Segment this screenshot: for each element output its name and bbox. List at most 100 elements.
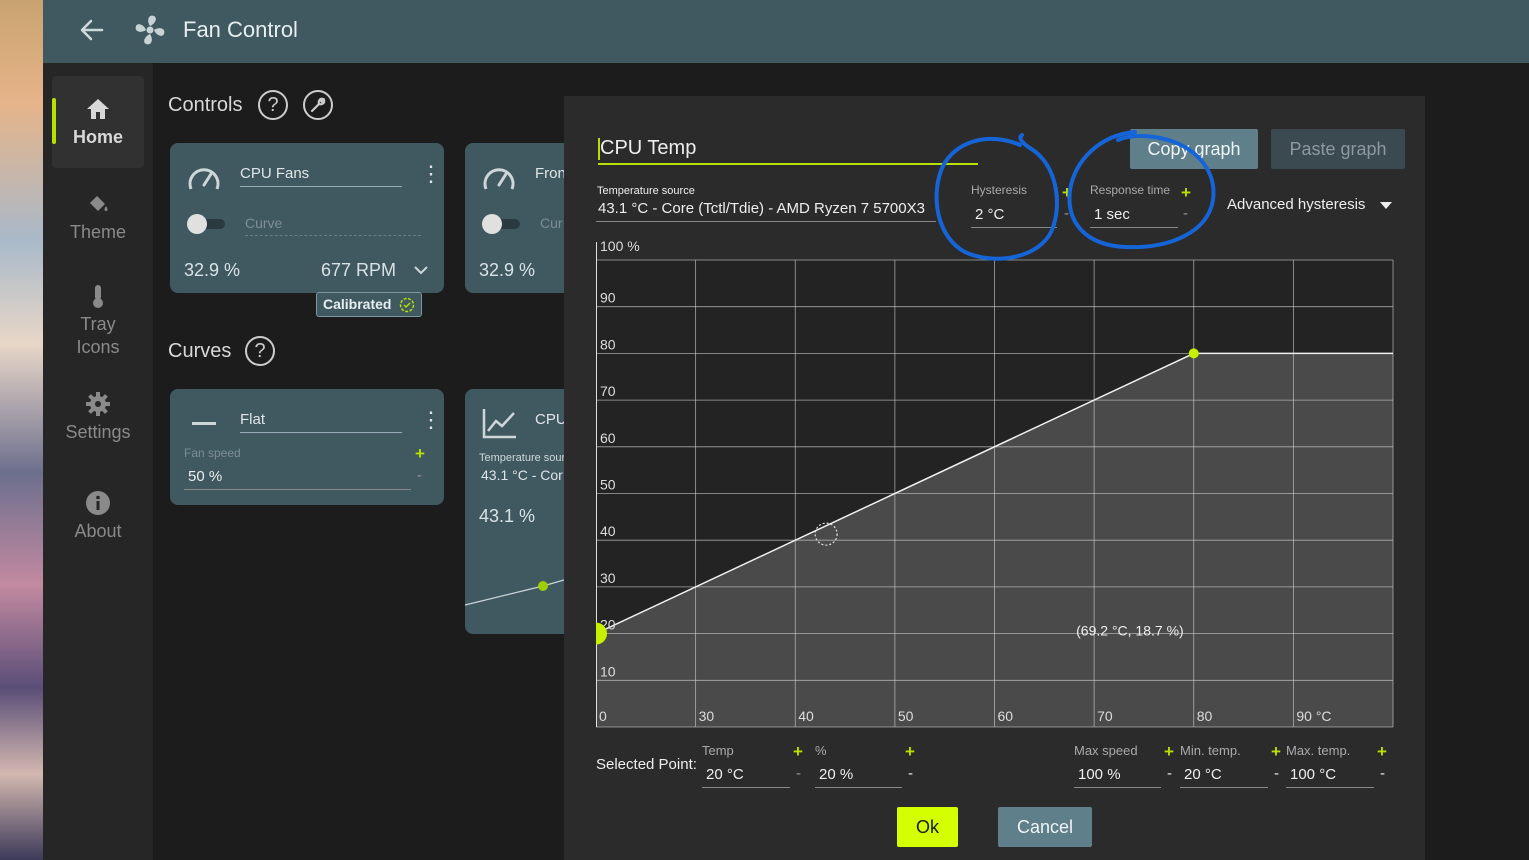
x-tick-label: 0	[599, 708, 607, 724]
temp-source-label: Temperature source	[597, 185, 695, 197]
curve-select[interactable]: Curve	[245, 215, 421, 236]
x-tick-label: 40	[798, 708, 814, 724]
y-tick-label: 60	[600, 430, 616, 446]
x-tick-label: 30	[699, 708, 715, 724]
curve-name[interactable]: Flat	[240, 411, 402, 433]
check-circle-icon	[399, 297, 415, 313]
curve-point-handle	[1188, 348, 1199, 359]
copy-graph-button[interactable]: Copy graph	[1130, 129, 1258, 169]
response-time-increment[interactable]: +	[1181, 183, 1191, 203]
sidebar-item-label: Settings	[65, 422, 131, 442]
sidebar-item-home[interactable]: Home	[52, 76, 144, 168]
temp-source-value[interactable]: 43.1 °C - Cor	[481, 467, 563, 483]
x-tick-label: 90 °C	[1296, 708, 1331, 724]
wrench-icon	[310, 97, 326, 113]
max-speed-field[interactable]: 100 %	[1074, 766, 1161, 788]
home-icon	[87, 99, 109, 119]
temp-decrement[interactable]: -	[796, 765, 801, 782]
percent-increment[interactable]: +	[905, 742, 915, 762]
hysteresis-decrement[interactable]: -	[1064, 205, 1069, 222]
chevron-down-icon[interactable]	[414, 265, 428, 275]
selected-temp-field[interactable]: 20 °C	[702, 766, 790, 788]
y-tick-label: 10	[600, 663, 616, 679]
response-time-label: Response time	[1090, 183, 1171, 197]
curve-card-cpu[interactable]: CPU Temperature sour 43.1 °C - Cor 43.1 …	[465, 389, 566, 634]
hover-readout: (69.2 °C, 18.7 %)	[1076, 623, 1184, 639]
controls-tools-button[interactable]	[303, 90, 333, 120]
curves-help-button[interactable]: ?	[245, 336, 275, 366]
more-options-icon[interactable]: ⋮	[420, 163, 442, 185]
desktop-wallpaper	[0, 0, 43, 860]
percent-label: %	[815, 743, 827, 758]
flat-line-icon	[192, 422, 216, 425]
speedometer-icon	[188, 168, 220, 190]
controls-help-button[interactable]: ?	[258, 90, 288, 120]
control-percent: 32.9 %	[184, 260, 241, 280]
back-arrow-icon[interactable]	[78, 14, 106, 46]
max-temp-field[interactable]: 100 °C	[1286, 766, 1374, 788]
cancel-button[interactable]: Cancel	[998, 807, 1092, 847]
paste-graph-button[interactable]: Paste graph	[1271, 129, 1405, 169]
speedometer-icon	[483, 168, 515, 190]
curve-name[interactable]: CPU	[535, 411, 564, 432]
response-time-decrement[interactable]: -	[1183, 205, 1188, 222]
caret-down-icon[interactable]	[1380, 202, 1392, 209]
selected-percent-field[interactable]: 20 %	[815, 766, 902, 788]
min-temp-increment[interactable]: +	[1271, 742, 1281, 762]
sidebar-item-label: Tray Icons	[76, 314, 120, 357]
ok-button[interactable]: Ok	[897, 807, 958, 847]
fan-logo-icon	[135, 15, 165, 45]
enable-toggle[interactable]	[187, 214, 227, 234]
paint-bucket-icon	[90, 196, 108, 211]
curve-name-input[interactable]: CPU Temp	[598, 136, 978, 165]
min-temp-decrement[interactable]: -	[1274, 765, 1279, 782]
temp-source-label: Temperature sour	[479, 452, 566, 464]
hysteresis-field[interactable]: 2 °C	[971, 206, 1057, 228]
control-card-cpu-fans[interactable]: CPU Fans ⋮ Curve 32.9 % 677 RPM	[170, 143, 444, 293]
curve-temp: 43.1 %	[479, 506, 536, 526]
more-options-icon[interactable]: ⋮	[420, 409, 442, 431]
calibrated-badge: Calibrated	[316, 292, 422, 317]
control-card-front[interactable]: Fron Cur 32.9 %	[465, 143, 564, 293]
sidebar-item-settings[interactable]: Settings	[52, 391, 144, 451]
max-temp-decrement[interactable]: -	[1380, 765, 1385, 782]
y-tick-label: 50	[600, 477, 616, 493]
fan-speed-label: Fan speed	[184, 446, 241, 460]
percent-decrement[interactable]: -	[908, 765, 913, 782]
x-tick-label: 70	[1097, 708, 1113, 724]
control-rpm: 677 RPM	[321, 260, 397, 280]
y-tick-label: 80	[600, 336, 616, 352]
hysteresis-increment[interactable]: +	[1062, 183, 1072, 203]
response-time-field[interactable]: 1 sec	[1090, 206, 1178, 228]
y-tick-label: 40	[600, 523, 616, 539]
max-speed-decrement[interactable]: -	[1167, 765, 1172, 782]
curve-card-flat[interactable]: Flat ⋮ Fan speed + 50 % -	[170, 389, 444, 505]
enable-toggle[interactable]	[482, 214, 522, 234]
advanced-hysteresis-toggle[interactable]: Advanced hysteresis	[1227, 196, 1365, 213]
fan-curve-graph[interactable]: 0 30 40 50 60 70 80 90 °C102030405060708090(69.…	[596, 242, 1396, 732]
selected-point-label: Selected Point:	[596, 756, 697, 773]
temp-source-select[interactable]: 43.1 °C - Core (Tctl/Tdie) - AMD Ryzen 7…	[596, 200, 936, 222]
fan-speed-field[interactable]: 50 %	[184, 468, 411, 490]
decrement-button[interactable]: -	[417, 467, 422, 484]
sidebar-item-about[interactable]: About	[52, 490, 144, 550]
max-temp-increment[interactable]: +	[1377, 742, 1387, 762]
curve-select[interactable]: Cur	[540, 215, 563, 231]
sidebar: Home Theme Tray Icons Settings About	[43, 63, 153, 860]
badge-label: Calibrated	[323, 296, 392, 312]
x-tick-label: 60	[998, 708, 1014, 724]
control-name[interactable]: Fron	[535, 165, 564, 186]
increment-button[interactable]: +	[415, 444, 425, 464]
min-temp-label: Min. temp.	[1180, 743, 1241, 758]
control-percent: 32.9 %	[479, 260, 536, 280]
y-tick-label: 30	[600, 570, 616, 586]
mini-curve-preview	[465, 579, 564, 606]
sidebar-item-tray-icons[interactable]: Tray Icons	[52, 283, 144, 363]
sidebar-item-theme[interactable]: Theme	[52, 191, 144, 251]
temp-increment[interactable]: +	[793, 742, 803, 762]
max-speed-increment[interactable]: +	[1164, 742, 1174, 762]
control-name[interactable]: CPU Fans	[240, 165, 402, 187]
controls-title: Controls	[168, 94, 243, 116]
y-tick-label: 90	[600, 290, 616, 306]
min-temp-field[interactable]: 20 °C	[1180, 766, 1268, 788]
